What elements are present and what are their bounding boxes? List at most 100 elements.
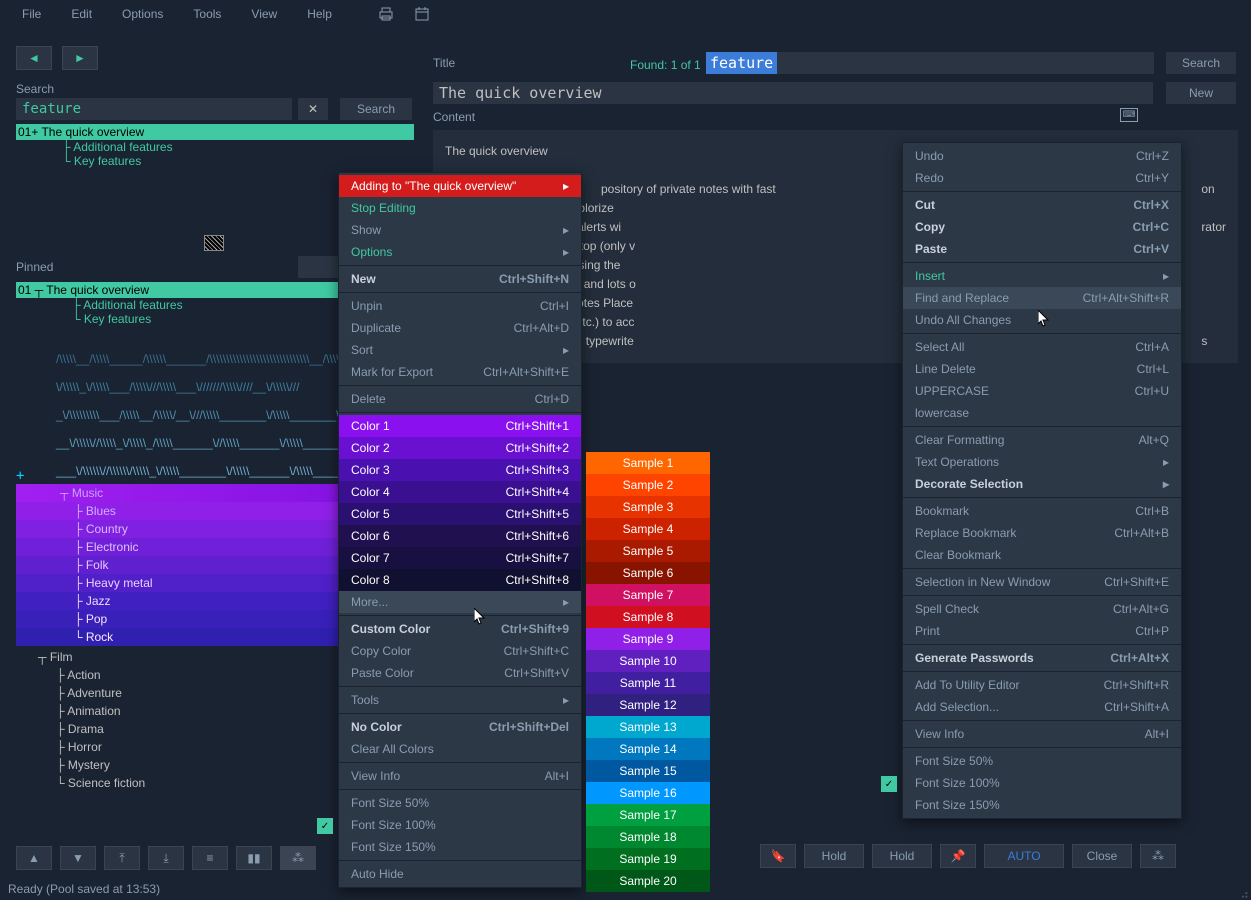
menu-item[interactable]: Show▸ bbox=[339, 219, 581, 241]
search-button[interactable]: Search bbox=[340, 98, 412, 120]
keyboard-icon[interactable]: ⌨ bbox=[1120, 108, 1138, 122]
menu-item[interactable]: PasteCtrl+V bbox=[903, 238, 1181, 260]
menu-item[interactable]: Text Operations▸ bbox=[903, 451, 1181, 473]
sample-color[interactable]: Sample 7 bbox=[586, 584, 710, 606]
menu-item[interactable]: ✓Font Size 100% bbox=[903, 772, 1181, 794]
search-input[interactable] bbox=[16, 98, 292, 120]
menu-item[interactable]: ✓Font Size 100% bbox=[339, 814, 581, 836]
hold-button[interactable]: Hold bbox=[804, 844, 864, 868]
sample-color[interactable]: Sample 11 bbox=[586, 672, 710, 694]
sample-color[interactable]: Sample 5 bbox=[586, 540, 710, 562]
sample-color[interactable]: Sample 10 bbox=[586, 650, 710, 672]
tree-item[interactable]: └ Key features bbox=[16, 154, 414, 168]
menu-item[interactable]: Custom ColorCtrl+Shift+9 bbox=[339, 618, 581, 640]
menu-item[interactable]: UnpinCtrl+I bbox=[339, 295, 581, 317]
menu-item[interactable]: PrintCtrl+P bbox=[903, 620, 1181, 642]
color-option[interactable]: Color 2Ctrl+Shift+2 bbox=[339, 437, 581, 459]
menu-item[interactable]: Add Selection...Ctrl+Shift+A bbox=[903, 696, 1181, 718]
menu-item[interactable]: Undo All Changes bbox=[903, 309, 1181, 331]
color-sample-submenu[interactable]: Sample 1Sample 2Sample 3Sample 4Sample 5… bbox=[586, 452, 710, 892]
close-button[interactable]: Close bbox=[1072, 844, 1132, 868]
auto-button[interactable]: AUTO bbox=[984, 844, 1064, 868]
sample-color[interactable]: Sample 8 bbox=[586, 606, 710, 628]
menu-file[interactable]: File bbox=[8, 3, 55, 25]
sample-color[interactable]: Sample 6 bbox=[586, 562, 710, 584]
bookmark-icon[interactable]: 🔖 bbox=[760, 844, 796, 868]
menu-item[interactable]: Font Size 50% bbox=[903, 750, 1181, 772]
tree-item-root[interactable]: 01+ The quick overview bbox=[16, 124, 414, 140]
menu-item[interactable]: DuplicateCtrl+Alt+D bbox=[339, 317, 581, 339]
settings-icon[interactable]: ⁂ bbox=[280, 846, 316, 870]
nav-forward[interactable]: ► bbox=[62, 46, 98, 70]
move-up-icon[interactable]: ▲ bbox=[16, 846, 52, 870]
color-option[interactable]: Color 4Ctrl+Shift+4 bbox=[339, 481, 581, 503]
color-option[interactable]: Color 8Ctrl+Shift+8 bbox=[339, 569, 581, 591]
menu-item[interactable]: NewCtrl+Shift+N bbox=[339, 268, 581, 290]
menu-item[interactable]: Clear FormattingAlt+Q bbox=[903, 429, 1181, 451]
menu-item[interactable]: Spell CheckCtrl+Alt+G bbox=[903, 598, 1181, 620]
menu-item[interactable]: Mark for ExportCtrl+Alt+Shift+E bbox=[339, 361, 581, 383]
menu-item[interactable]: Sort▸ bbox=[339, 339, 581, 361]
menu-item[interactable]: UPPERCASECtrl+U bbox=[903, 380, 1181, 402]
menu-item[interactable]: CopyCtrl+C bbox=[903, 216, 1181, 238]
menu-item[interactable]: Copy ColorCtrl+Shift+C bbox=[339, 640, 581, 662]
header-search-button[interactable]: Search bbox=[1166, 52, 1236, 74]
menu-tools[interactable]: Tools bbox=[179, 3, 235, 25]
resize-grip-icon[interactable]: ⣠ bbox=[1240, 884, 1249, 898]
sample-color[interactable]: Sample 4 bbox=[586, 518, 710, 540]
menu-item[interactable]: CutCtrl+X bbox=[903, 194, 1181, 216]
sample-color[interactable]: Sample 13 bbox=[586, 716, 710, 738]
search-highlight[interactable]: feature bbox=[706, 52, 777, 74]
sample-color[interactable]: Sample 14 bbox=[586, 738, 710, 760]
color-option[interactable]: Color 6Ctrl+Shift+6 bbox=[339, 525, 581, 547]
menu-item[interactable]: Font Size 50% bbox=[339, 792, 581, 814]
sample-color[interactable]: Sample 19 bbox=[586, 848, 710, 870]
menu-item[interactable]: More...▸ bbox=[339, 591, 581, 613]
menu-item[interactable]: Font Size 150% bbox=[339, 836, 581, 858]
menu-options[interactable]: Options bbox=[108, 3, 177, 25]
context-menu-tree[interactable]: Adding to "The quick overview"Stop Editi… bbox=[338, 172, 582, 888]
move-down-icon[interactable]: ▼ bbox=[60, 846, 96, 870]
sample-color[interactable]: Sample 12 bbox=[586, 694, 710, 716]
menu-item[interactable]: Paste ColorCtrl+Shift+V bbox=[339, 662, 581, 684]
color-option[interactable]: Color 5Ctrl+Shift+5 bbox=[339, 503, 581, 525]
menu-item[interactable]: Font Size 150% bbox=[903, 794, 1181, 816]
menu-item[interactable]: Insert▸ bbox=[903, 265, 1181, 287]
header-new-button[interactable]: New bbox=[1166, 82, 1236, 104]
menu-item[interactable]: View InfoAlt+I bbox=[903, 723, 1181, 745]
color-option[interactable]: Color 7Ctrl+Shift+7 bbox=[339, 547, 581, 569]
sample-color[interactable]: Sample 20 bbox=[586, 870, 710, 892]
settings-icon[interactable]: ⁂ bbox=[1140, 844, 1176, 868]
sample-color[interactable]: Sample 16 bbox=[586, 782, 710, 804]
search-clear-button[interactable]: ✕ bbox=[298, 98, 328, 120]
menu-item[interactable]: Replace BookmarkCtrl+Alt+B bbox=[903, 522, 1181, 544]
menu-item[interactable]: Options▸ bbox=[339, 241, 581, 263]
menu-item[interactable]: Add To Utility EditorCtrl+Shift+R bbox=[903, 674, 1181, 696]
menu-item[interactable]: Line DeleteCtrl+L bbox=[903, 358, 1181, 380]
sample-color[interactable]: Sample 18 bbox=[586, 826, 710, 848]
columns-icon[interactable]: ▮▮ bbox=[236, 846, 272, 870]
menu-help[interactable]: Help bbox=[293, 3, 346, 25]
color-option[interactable]: Color 1Ctrl+Shift+1 bbox=[339, 415, 581, 437]
print-icon[interactable] bbox=[378, 6, 394, 22]
menu-item[interactable]: Select AllCtrl+A bbox=[903, 336, 1181, 358]
menu-item[interactable]: lowercase bbox=[903, 402, 1181, 424]
nav-back[interactable]: ◄ bbox=[16, 46, 52, 70]
menu-item[interactable]: View InfoAlt+I bbox=[339, 765, 581, 787]
sample-color[interactable]: Sample 3 bbox=[586, 496, 710, 518]
pin-icon[interactable]: 📌 bbox=[940, 844, 976, 868]
menu-item[interactable]: No ColorCtrl+Shift+Del bbox=[339, 716, 581, 738]
menu-item[interactable]: Clear All Colors bbox=[339, 738, 581, 760]
menu-item[interactable]: Find and ReplaceCtrl+Alt+Shift+R bbox=[903, 287, 1181, 309]
menu-item[interactable]: Clear Bookmark bbox=[903, 544, 1181, 566]
sample-color[interactable]: Sample 1 bbox=[586, 452, 710, 474]
results-tree[interactable]: 01+ The quick overview ├ Additional feat… bbox=[16, 124, 414, 168]
menu-item[interactable]: Generate PasswordsCtrl+Alt+X bbox=[903, 647, 1181, 669]
menu-item[interactable]: DeleteCtrl+D bbox=[339, 388, 581, 410]
menu-item[interactable]: Selection in New WindowCtrl+Shift+E bbox=[903, 571, 1181, 593]
expand-handle-icon[interactable] bbox=[205, 236, 223, 250]
title-input[interactable]: The quick overview bbox=[433, 82, 1153, 104]
color-option[interactable]: Color 3Ctrl+Shift+3 bbox=[339, 459, 581, 481]
tree-item[interactable]: ├ Additional features bbox=[16, 140, 414, 154]
add-button[interactable]: + bbox=[16, 468, 24, 484]
